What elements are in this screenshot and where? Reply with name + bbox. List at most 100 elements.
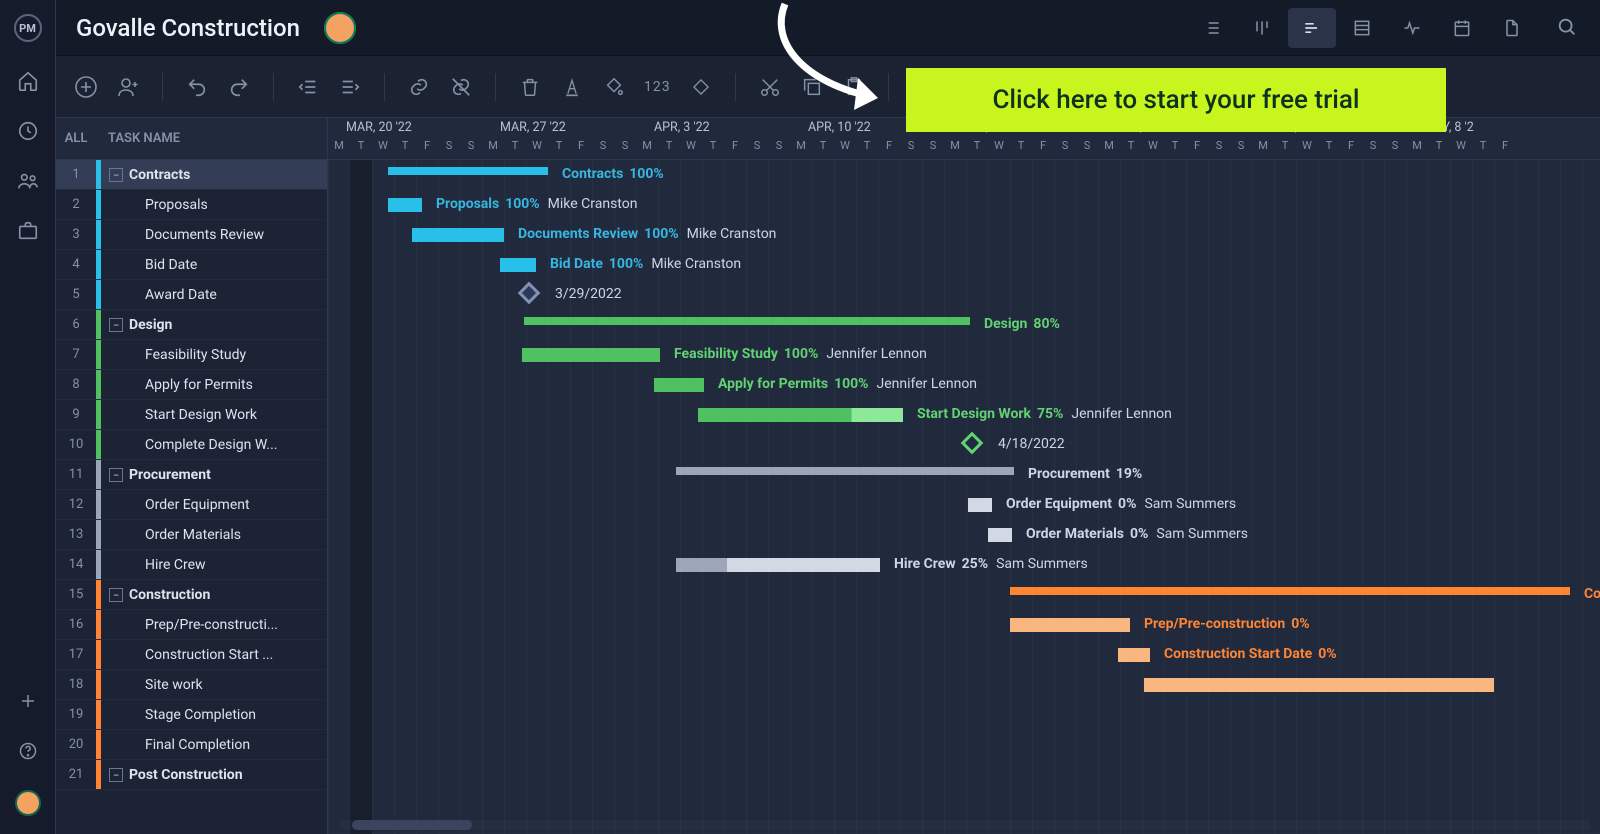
gantt-bar[interactable]: [968, 498, 992, 512]
gantt-bar[interactable]: [500, 258, 536, 272]
gantt-row[interactable]: [328, 670, 1600, 700]
task-row[interactable]: 12Order Equipment: [56, 490, 327, 520]
gantt-row[interactable]: Feasibility Study100%Jennifer Lennon: [328, 340, 1600, 370]
task-row[interactable]: 1−Contracts: [56, 160, 327, 190]
gantt-bar[interactable]: [1118, 648, 1150, 662]
gantt-row[interactable]: Construction: [328, 580, 1600, 610]
task-row[interactable]: 15−Construction: [56, 580, 327, 610]
indent-icon[interactable]: [338, 75, 362, 99]
cut-icon[interactable]: [758, 75, 782, 99]
fill-color-icon[interactable]: [602, 75, 626, 99]
gantt-bar[interactable]: [1144, 678, 1494, 692]
unlink-icon[interactable]: [449, 75, 473, 99]
gantt-row[interactable]: Procurement19%: [328, 460, 1600, 490]
gantt-row[interactable]: Start Design Work75%Jennifer Lennon: [328, 400, 1600, 430]
column-all[interactable]: ALL: [56, 131, 96, 146]
team-icon[interactable]: [17, 170, 39, 192]
collapse-icon[interactable]: −: [109, 468, 123, 482]
gantt-chart[interactable]: MAR, 20 '22MAR, 27 '22APR, 3 '22APR, 10 …: [328, 118, 1600, 834]
task-row[interactable]: 5Award Date: [56, 280, 327, 310]
task-row[interactable]: 20Final Completion: [56, 730, 327, 760]
outdent-icon[interactable]: [296, 75, 320, 99]
gantt-row[interactable]: Contracts100%: [328, 160, 1600, 190]
task-row[interactable]: 16Prep/Pre-constructi...: [56, 610, 327, 640]
task-row[interactable]: 21−Post Construction: [56, 760, 327, 790]
undo-icon[interactable]: [185, 75, 209, 99]
add-task-icon[interactable]: [74, 75, 98, 99]
gantt-row[interactable]: Order Materials0%Sam Summers: [328, 520, 1600, 550]
paste-icon[interactable]: [842, 75, 866, 99]
collapse-icon[interactable]: −: [109, 768, 123, 782]
milestone-diamond[interactable]: [518, 282, 541, 305]
task-row[interactable]: 8Apply for Permits: [56, 370, 327, 400]
briefcase-icon[interactable]: [17, 220, 39, 242]
gantt-bar[interactable]: [1010, 587, 1570, 595]
task-row[interactable]: 2Proposals: [56, 190, 327, 220]
gantt-row[interactable]: Documents Review100%Mike Cranston: [328, 220, 1600, 250]
files-view-icon[interactable]: [1488, 8, 1536, 48]
calendar-view-icon[interactable]: [1438, 8, 1486, 48]
text-color-icon[interactable]: [560, 75, 584, 99]
task-row[interactable]: 13Order Materials: [56, 520, 327, 550]
number-format[interactable]: 123: [644, 79, 671, 95]
redo-icon[interactable]: [227, 75, 251, 99]
gantt-row[interactable]: Design80%: [328, 310, 1600, 340]
gantt-bar[interactable]: [524, 317, 970, 325]
gantt-row[interactable]: Hire Crew25%Sam Summers: [328, 550, 1600, 580]
home-icon[interactable]: [17, 70, 39, 92]
task-row[interactable]: 11−Procurement: [56, 460, 327, 490]
gantt-row[interactable]: Apply for Permits100%Jennifer Lennon: [328, 370, 1600, 400]
gantt-row[interactable]: [328, 730, 1600, 760]
gantt-row[interactable]: 4/18/2022: [328, 430, 1600, 460]
gantt-bar[interactable]: [412, 228, 504, 242]
gantt-row[interactable]: Bid Date100%Mike Cranston: [328, 250, 1600, 280]
task-row[interactable]: 4Bid Date: [56, 250, 327, 280]
delete-icon[interactable]: [518, 75, 542, 99]
user-avatar[interactable]: [15, 790, 41, 816]
column-task-name[interactable]: TASK NAME: [96, 131, 327, 146]
link-icon[interactable]: [407, 75, 431, 99]
search-icon[interactable]: [1556, 16, 1580, 40]
task-row[interactable]: 17Construction Start ...: [56, 640, 327, 670]
add-icon[interactable]: [17, 690, 39, 712]
activity-view-icon[interactable]: [1388, 8, 1436, 48]
gantt-bar[interactable]: [988, 528, 1012, 542]
task-row[interactable]: 9Start Design Work: [56, 400, 327, 430]
sheet-view-icon[interactable]: [1338, 8, 1386, 48]
help-icon[interactable]: [17, 740, 39, 762]
task-row[interactable]: 14Hire Crew: [56, 550, 327, 580]
gantt-bar[interactable]: [676, 558, 880, 572]
list-view-icon[interactable]: [1188, 8, 1236, 48]
gantt-view-icon[interactable]: [1288, 8, 1336, 48]
task-row[interactable]: 6−Design: [56, 310, 327, 340]
collapse-icon[interactable]: −: [109, 318, 123, 332]
project-owner-avatar[interactable]: [324, 12, 356, 44]
add-person-icon[interactable]: [116, 75, 140, 99]
gantt-row[interactable]: Proposals100%Mike Cranston: [328, 190, 1600, 220]
gantt-bar[interactable]: [654, 378, 704, 392]
gantt-row[interactable]: Prep/Pre-construction0%: [328, 610, 1600, 640]
task-row[interactable]: 10Complete Design W...: [56, 430, 327, 460]
milestone-diamond[interactable]: [961, 432, 984, 455]
gantt-bar[interactable]: [388, 167, 548, 175]
app-logo-icon[interactable]: PM: [14, 14, 42, 42]
gantt-bar[interactable]: [698, 408, 903, 422]
gantt-row[interactable]: Construction Start Date0%: [328, 640, 1600, 670]
gantt-bar[interactable]: [388, 198, 422, 212]
gantt-row[interactable]: Order Equipment0%Sam Summers: [328, 490, 1600, 520]
board-view-icon[interactable]: [1238, 8, 1286, 48]
gantt-row[interactable]: [328, 700, 1600, 730]
horizontal-scrollbar[interactable]: [340, 820, 1590, 830]
free-trial-cta[interactable]: Click here to start your free trial: [906, 68, 1446, 132]
task-row[interactable]: 3Documents Review: [56, 220, 327, 250]
gantt-row[interactable]: [328, 760, 1600, 790]
gantt-bar[interactable]: [676, 467, 1014, 475]
copy-icon[interactable]: [800, 75, 824, 99]
gantt-row[interactable]: 3/29/2022: [328, 280, 1600, 310]
scrollbar-thumb[interactable]: [352, 820, 472, 830]
gantt-bar[interactable]: [1010, 618, 1130, 632]
recent-icon[interactable]: [17, 120, 39, 142]
task-row[interactable]: 18Site work: [56, 670, 327, 700]
gantt-bar[interactable]: [522, 348, 660, 362]
milestone-icon[interactable]: [689, 75, 713, 99]
